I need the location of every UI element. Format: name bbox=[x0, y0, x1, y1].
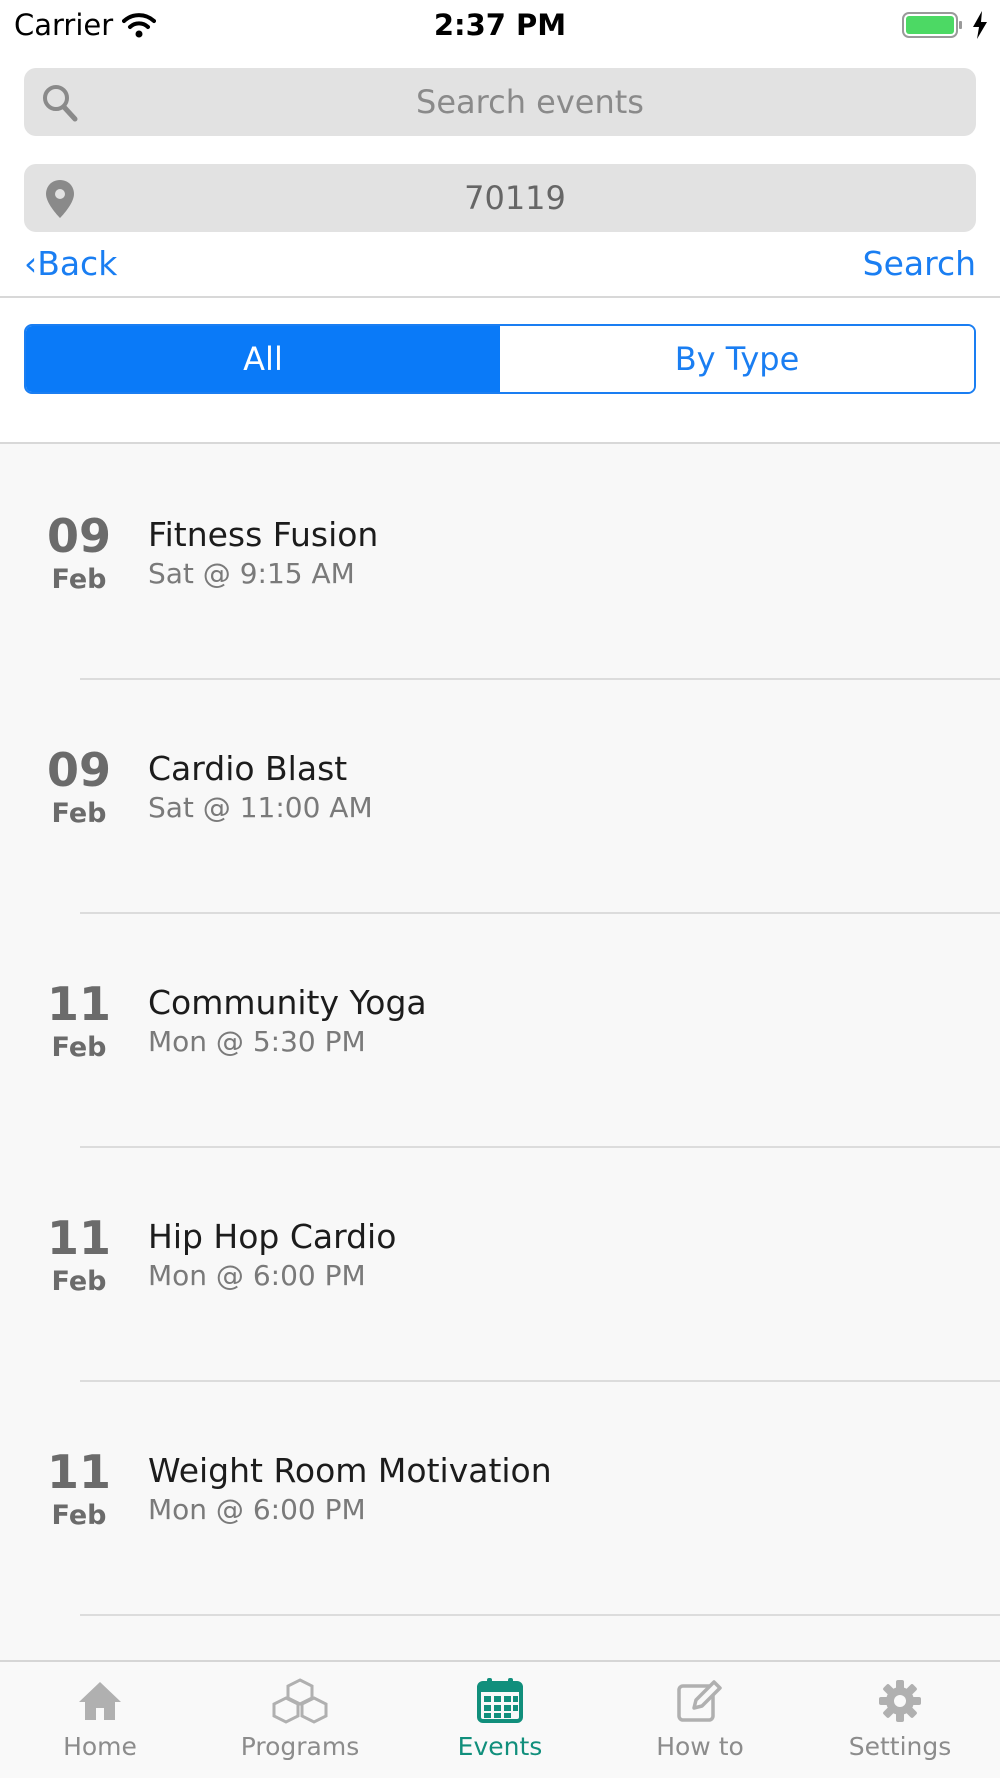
segmented-control: All By Type bbox=[24, 324, 976, 394]
tab-how-to-label: How to bbox=[656, 1732, 744, 1761]
event-day: 11 bbox=[46, 1211, 111, 1265]
location-input[interactable]: 70119 bbox=[24, 164, 976, 232]
search-header: Search events 70119 ‹Back Search bbox=[0, 52, 1000, 298]
event-time: Sat @ 11:00 AM bbox=[148, 791, 373, 824]
tab-events-label: Events bbox=[457, 1732, 543, 1761]
event-title: Weight Room Motivation bbox=[148, 1451, 552, 1490]
search-button[interactable]: Search bbox=[863, 244, 976, 283]
bolt-icon bbox=[973, 11, 987, 39]
tab-programs[interactable]: Programs bbox=[200, 1662, 400, 1778]
event-info: Cardio Blast Sat @ 11:00 AM bbox=[148, 748, 373, 826]
status-time: 2:37 PM bbox=[433, 8, 567, 42]
event-time: Mon @ 6:00 PM bbox=[148, 1259, 366, 1292]
event-month: Feb bbox=[51, 798, 107, 829]
event-month: Feb bbox=[51, 1500, 107, 1531]
filter-bar: All By Type bbox=[0, 298, 1000, 444]
event-date: 09 Feb bbox=[30, 744, 128, 832]
programs-cubes-icon bbox=[272, 1678, 328, 1724]
event-date: 11 Feb bbox=[30, 1212, 128, 1300]
search-icon bbox=[43, 85, 78, 122]
event-date: 09 Feb bbox=[30, 510, 128, 598]
tab-home[interactable]: Home bbox=[0, 1662, 200, 1778]
tab-programs-label: Programs bbox=[240, 1732, 360, 1761]
home-icon bbox=[79, 1682, 121, 1720]
event-title: Community Yoga bbox=[148, 983, 427, 1022]
event-date: 11 Feb bbox=[30, 1446, 128, 1534]
list-item[interactable]: 11 Feb Hip Hop Cardio Mon @ 6:00 PM bbox=[0, 1148, 1000, 1382]
event-title: Fitness Fusion bbox=[148, 515, 379, 554]
search-placeholder: Search events bbox=[416, 83, 644, 121]
calendar-icon bbox=[477, 1678, 523, 1723]
event-month: Feb bbox=[51, 1032, 107, 1063]
battery-icon bbox=[902, 12, 962, 38]
event-title: Hip Hop Cardio bbox=[148, 1217, 397, 1256]
event-day: 11 bbox=[46, 1445, 111, 1499]
event-month: Feb bbox=[51, 1266, 107, 1297]
event-day: 09 bbox=[46, 743, 111, 797]
event-info: Community Yoga Mon @ 5:30 PM bbox=[148, 982, 427, 1060]
tab-settings[interactable]: Settings bbox=[800, 1662, 1000, 1778]
location-value: 70119 bbox=[464, 179, 566, 217]
list-item[interactable]: 11 Feb Weight Room Motivation Mon @ 6:00… bbox=[0, 1382, 1000, 1616]
list-item[interactable]: 09 Feb Cardio Blast Sat @ 11:00 AM bbox=[0, 680, 1000, 914]
event-info: Weight Room Motivation Mon @ 6:00 PM bbox=[148, 1450, 552, 1528]
segment-all[interactable]: All bbox=[26, 326, 500, 392]
list-item[interactable]: 11 Feb Community Yoga Mon @ 5:30 PM bbox=[0, 914, 1000, 1148]
event-info: Fitness Fusion Sat @ 9:15 AM bbox=[148, 514, 378, 592]
event-time: Sat @ 9:15 AM bbox=[148, 557, 355, 590]
edit-icon bbox=[677, 1680, 722, 1722]
event-info: Hip Hop Cardio Mon @ 6:00 PM bbox=[148, 1216, 396, 1294]
event-time: Mon @ 6:00 PM bbox=[148, 1493, 366, 1526]
status-bar: Carrier 2:37 PM bbox=[0, 0, 1000, 52]
event-time: Mon @ 5:30 PM bbox=[148, 1025, 366, 1058]
tab-bar: Home Programs Events How to Settings bbox=[0, 1660, 1000, 1778]
segment-by-type[interactable]: By Type bbox=[500, 326, 974, 392]
back-button[interactable]: ‹Back bbox=[24, 244, 117, 283]
tab-settings-label: Settings bbox=[848, 1732, 952, 1761]
event-list: 09 Feb Fitness Fusion Sat @ 9:15 AM 09 F… bbox=[0, 446, 1000, 1616]
event-day: 09 bbox=[46, 509, 111, 563]
list-item[interactable]: 09 Feb Fitness Fusion Sat @ 9:15 AM bbox=[0, 446, 1000, 680]
event-date: 11 Feb bbox=[30, 978, 128, 1066]
gear-icon bbox=[879, 1680, 921, 1722]
event-month: Feb bbox=[51, 564, 107, 595]
screen: Carrier 2:37 PM Search events 70119 ‹Bac… bbox=[0, 0, 1000, 1778]
event-day: 11 bbox=[46, 977, 111, 1031]
search-input[interactable]: Search events bbox=[24, 68, 976, 136]
tab-home-label: Home bbox=[63, 1732, 137, 1761]
tab-events[interactable]: Events bbox=[400, 1662, 600, 1778]
tab-how-to[interactable]: How to bbox=[600, 1662, 800, 1778]
event-title: Cardio Blast bbox=[148, 749, 348, 788]
